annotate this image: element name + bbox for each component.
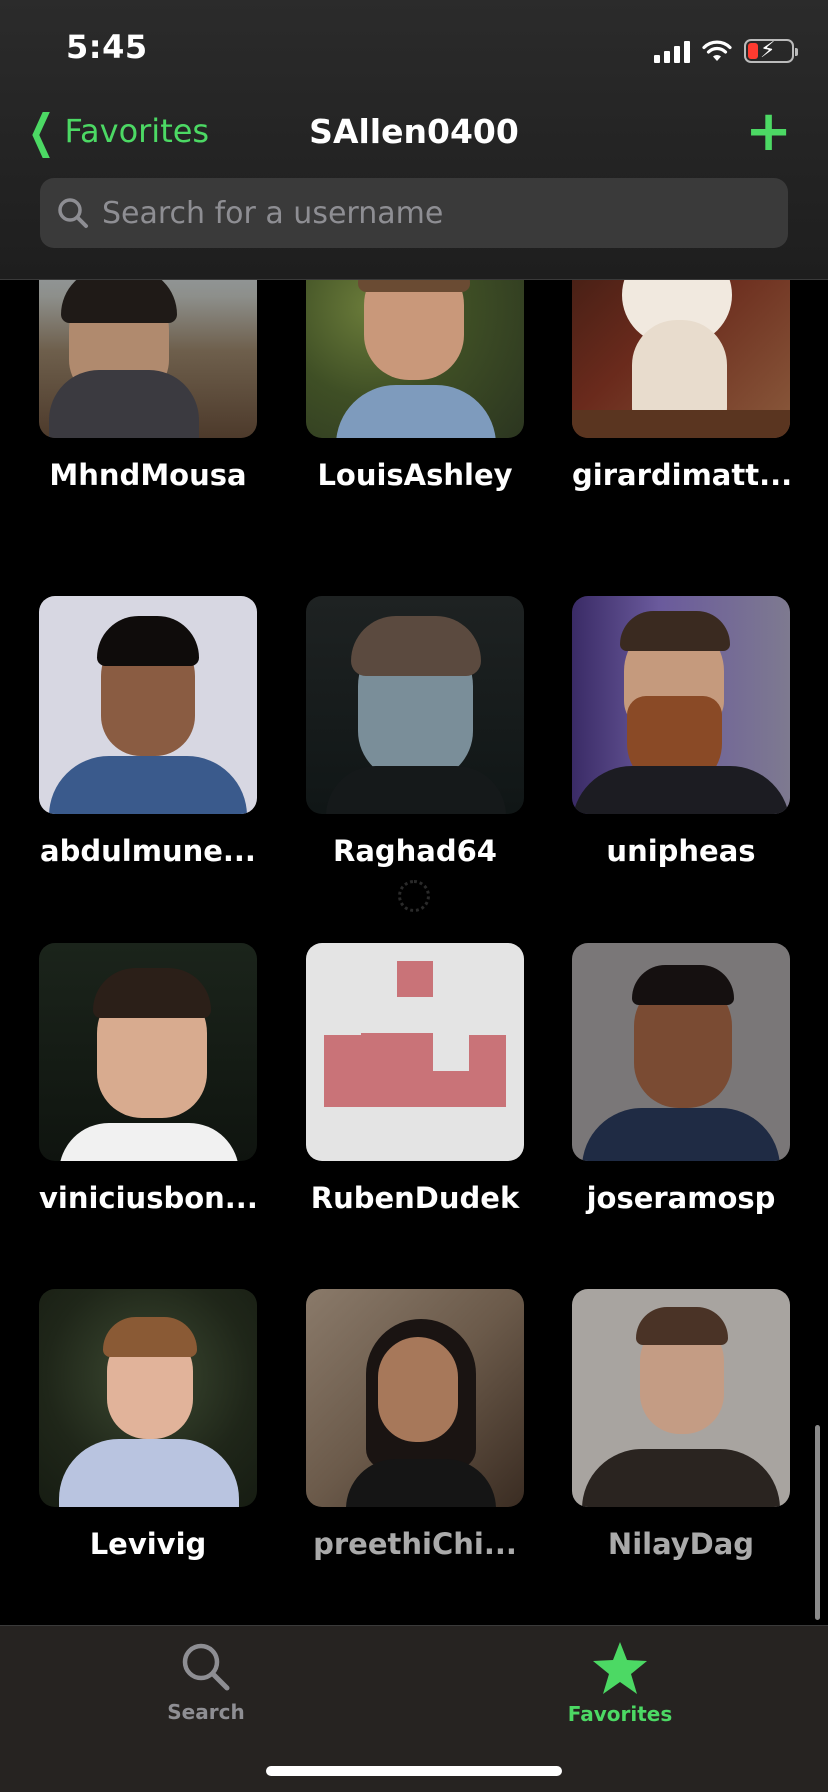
favorite-username: NilayDag <box>607 1527 755 1561</box>
tab-label: Favorites <box>567 1702 673 1726</box>
search-icon <box>58 198 88 228</box>
avatar <box>572 596 790 814</box>
avatar <box>39 596 257 814</box>
search-bar[interactable] <box>40 178 788 248</box>
loading-spinner <box>398 880 430 912</box>
avatar <box>572 1289 790 1507</box>
favorite-username: Raghad64 <box>333 834 497 868</box>
favorite-card[interactable]: Levivig <box>39 1289 257 1561</box>
favorite-username: LouisAshley <box>317 458 513 492</box>
tab-favorites[interactable]: Favorites <box>520 1640 720 1726</box>
avatar <box>306 1289 524 1507</box>
cellular-signal-icon <box>654 39 690 63</box>
favorite-card[interactable]: girardimatt... <box>572 280 793 492</box>
favorite-username: RubenDudek <box>310 1181 520 1215</box>
favorite-card[interactable]: joseramosp <box>572 943 790 1215</box>
favorite-username: joseramosp <box>586 1181 776 1215</box>
avatar <box>39 943 257 1161</box>
wifi-icon <box>702 40 732 61</box>
favorite-card[interactable]: MhndMousa <box>39 280 257 492</box>
page-title: SAllen0400 <box>309 112 519 151</box>
avatar <box>306 596 524 814</box>
avatar <box>572 280 790 438</box>
favorite-username: preethiChi... <box>313 1527 517 1561</box>
favorite-card[interactable]: RubenDudek <box>306 943 524 1215</box>
search-icon <box>182 1643 230 1691</box>
favorite-card[interactable]: abdulmune... <box>39 596 257 868</box>
avatar <box>306 280 524 438</box>
battery-icon: ⚡ <box>744 38 798 63</box>
scroll-indicator[interactable] <box>815 1425 820 1620</box>
favorite-username: viniciusbon... <box>39 1181 258 1215</box>
favorite-username: abdulmune... <box>40 834 256 868</box>
status-icons: ⚡ <box>654 34 798 68</box>
favorite-card[interactable]: preethiChi... <box>306 1289 524 1561</box>
star-icon <box>593 1642 647 1694</box>
avatar <box>306 943 524 1161</box>
search-input[interactable] <box>102 195 742 231</box>
home-indicator <box>266 1766 562 1776</box>
favorites-grid: MhndMousa LouisAshley girardimatt... abd… <box>0 280 828 1625</box>
avatar <box>39 1289 257 1507</box>
favorite-card[interactable]: Raghad64 <box>306 596 524 868</box>
status-time: 5:45 <box>66 28 148 66</box>
favorite-card[interactable]: viniciusbon... <box>39 943 258 1215</box>
favorite-card[interactable]: unipheas <box>572 596 790 868</box>
add-button[interactable]: + <box>745 104 792 160</box>
tab-label: Search <box>167 1700 245 1724</box>
tab-search[interactable]: Search <box>106 1640 306 1724</box>
avatar <box>39 280 257 438</box>
favorite-username: unipheas <box>606 834 756 868</box>
navigation-header: 5:45 ⚡ ❮ Favorites SAllen0400 + <box>0 0 828 280</box>
avatar <box>572 943 790 1161</box>
tab-bar: Search Favorites <box>0 1625 828 1792</box>
favorite-username: girardimatt... <box>572 458 793 492</box>
favorite-card[interactable]: NilayDag <box>572 1289 790 1561</box>
favorite-username: MhndMousa <box>49 458 247 492</box>
favorite-username: Levivig <box>89 1527 207 1561</box>
favorite-card[interactable]: LouisAshley <box>306 280 524 492</box>
